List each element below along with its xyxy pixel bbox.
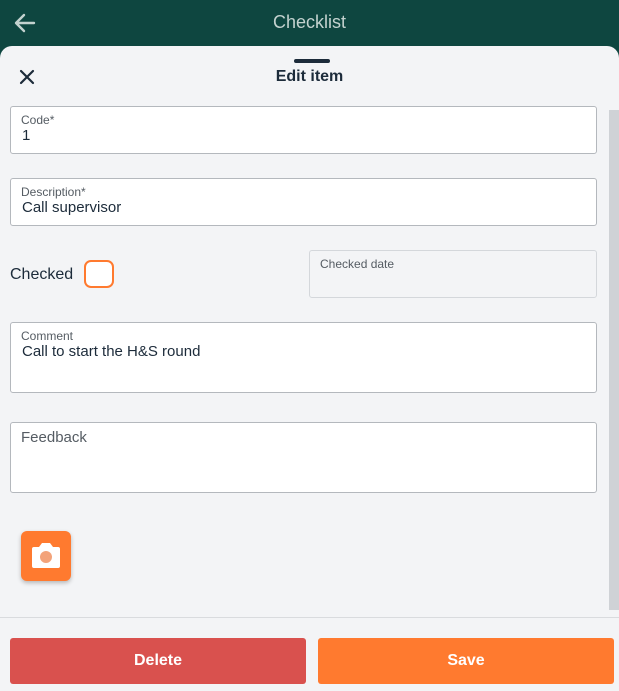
- checked-label: Checked: [10, 266, 74, 283]
- page-title: Checklist: [272, 12, 347, 32]
- sheet-title: Edit item: [275, 68, 344, 85]
- top-app-bar: Checklist: [0, 0, 619, 46]
- code-label: Code*: [21, 113, 55, 127]
- comment-value: Call to start the H&S round: [22, 343, 201, 360]
- delete-button[interactable]: Delete: [10, 638, 306, 684]
- add-photo-button[interactable]: [21, 531, 71, 581]
- scrollbar[interactable]: [609, 110, 619, 610]
- description-label: Description*: [21, 185, 86, 199]
- checked-date-label: Checked date: [320, 257, 395, 271]
- action-footer: Delete Save: [0, 617, 619, 691]
- comment-field[interactable]: Comment Call to start the H&S round: [10, 322, 597, 393]
- edit-item-sheet: Edit item Code* 1 Description* Call supe…: [0, 46, 619, 691]
- checked-date-field: Checked date: [309, 250, 597, 298]
- code-field[interactable]: Code* 1: [10, 106, 597, 154]
- description-value: Call supervisor: [22, 199, 122, 216]
- feedback-field[interactable]: Feedback: [10, 422, 597, 493]
- comment-label: Comment: [21, 329, 74, 343]
- camera-icon: [32, 543, 60, 568]
- checked-checkbox[interactable]: [84, 260, 114, 288]
- description-field[interactable]: Description* Call supervisor: [10, 178, 597, 226]
- code-value: 1: [22, 127, 31, 144]
- save-button[interactable]: Save: [318, 638, 614, 684]
- feedback-label: Feedback: [21, 429, 87, 446]
- sheet-drag-handle[interactable]: [294, 59, 330, 63]
